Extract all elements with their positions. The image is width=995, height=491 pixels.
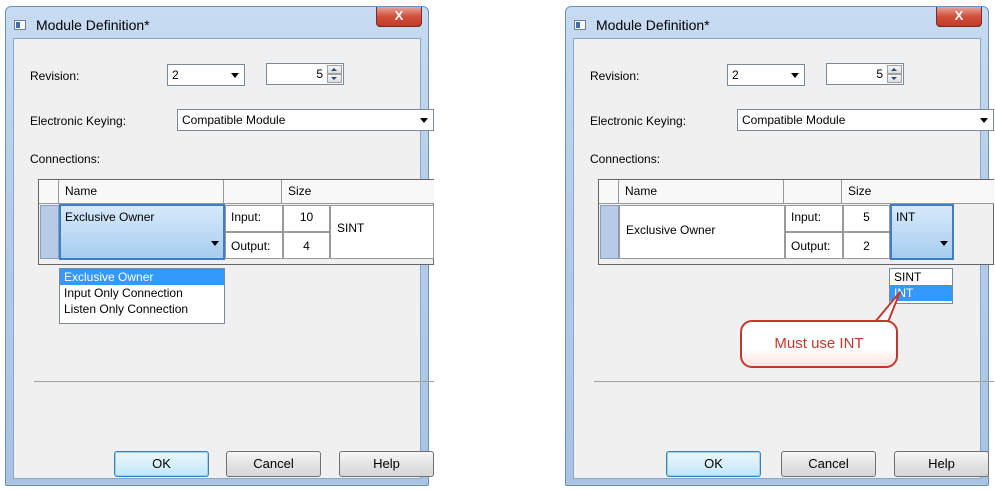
chevron-down-icon [420,118,428,123]
dialog-title: Module Definition* [596,17,710,33]
chevron-down-icon [231,73,239,78]
input-size[interactable]: 5 [843,205,890,232]
connections-label: Connections: [30,152,101,166]
connection-name-value: Exclusive Owner [65,210,155,224]
dropdown-option-input-only[interactable]: Input Only Connection [60,285,224,301]
column-header-name: Name [59,180,224,204]
dialog-body: Revision: 2 5 Electronic Keying: Compati… [573,38,994,479]
divider [34,381,434,382]
electronic-keying-select[interactable]: Compatible Module [737,109,994,131]
output-size[interactable]: 2 [843,232,890,259]
input-label: Input: [225,205,283,232]
input-size[interactable]: 10 [283,205,330,232]
must-use-int-callout: Must use INT [740,320,898,368]
revision-minor-spinner[interactable]: 5 [826,63,904,85]
revision-major-select[interactable]: 2 [167,64,245,86]
connection-name-cell[interactable]: Exclusive Owner [619,205,785,259]
row-selector[interactable] [40,205,59,259]
cancel-button[interactable]: Cancel [781,451,876,477]
input-label: Input: [785,205,843,232]
title-bar: Module Definition* X [566,7,988,39]
data-type-dropdown[interactable]: SINT INT [889,268,953,304]
row-header-corner [599,180,619,204]
divider [594,381,994,382]
dropdown-option-int[interactable]: INT [890,285,952,301]
chevron-down-icon [980,118,988,123]
column-header-size: Size [282,180,434,204]
spinner-buttons[interactable] [327,65,342,83]
chevron-down-icon [940,241,948,246]
ok-button[interactable]: OK [666,451,761,477]
output-size[interactable]: 4 [283,232,330,259]
spin-up-icon[interactable] [327,65,342,74]
revision-minor-value: 5 [316,67,323,81]
window-icon [574,20,586,30]
ok-button[interactable]: OK [114,451,209,477]
chevron-down-icon [211,241,219,246]
revision-minor-spinner[interactable]: 5 [266,63,344,85]
cancel-button[interactable]: Cancel [226,451,321,477]
electronic-keying-select[interactable]: Compatible Module [177,109,434,131]
spin-down-icon[interactable] [887,74,902,83]
help-button[interactable]: Help [339,451,434,477]
revision-minor-value: 5 [876,67,883,81]
data-type-cell[interactable]: SINT [330,205,434,259]
connection-name-dropdown[interactable]: Exclusive Owner Input Only Connection Li… [59,268,225,324]
column-header-name: Name [619,180,784,204]
column-header-blank [784,180,842,204]
revision-major-value: 2 [732,68,739,82]
dropdown-option-listen-only[interactable]: Listen Only Connection [60,301,224,317]
electronic-keying-label: Electronic Keying: [30,114,127,128]
electronic-keying-value: Compatible Module [742,113,846,127]
dialog-body: Revision: 2 5 Electronic Keying: Compati… [13,38,434,479]
connections-label: Connections: [590,152,661,166]
title-bar: Module Definition* X [6,7,428,39]
dialog-title: Module Definition* [36,17,150,33]
spin-up-icon[interactable] [887,65,902,74]
electronic-keying-value: Compatible Module [182,113,286,127]
spin-down-icon[interactable] [327,74,342,83]
chevron-down-icon [791,73,799,78]
connections-grid: Name Size Exclusive Owner Input: 10 Outp… [38,179,434,265]
output-label: Output: [225,232,283,259]
electronic-keying-label: Electronic Keying: [590,114,687,128]
connection-name-select[interactable]: Exclusive Owner [59,204,225,260]
help-button[interactable]: Help [894,451,989,477]
revision-major-value: 2 [172,68,179,82]
dropdown-option-exclusive-owner[interactable]: Exclusive Owner [60,269,224,285]
output-label: Output: [785,232,843,259]
row-selector[interactable] [600,205,619,259]
data-type-value: INT [896,210,916,224]
revision-label: Revision: [30,69,80,83]
row-header-corner [39,180,59,204]
column-header-blank [224,180,282,204]
revision-label: Revision: [590,69,640,83]
close-button[interactable]: X [376,7,422,27]
module-definition-dialog-right: Module Definition* X Revision: 2 5 Elect… [565,6,994,486]
spinner-buttons[interactable] [887,65,902,83]
close-button[interactable]: X [936,7,982,27]
data-type-select[interactable]: INT [890,204,954,260]
column-header-size: Size [842,180,994,204]
connections-grid: Name Size Exclusive Owner Input: 5 Outpu… [598,179,994,265]
revision-major-select[interactable]: 2 [727,64,805,86]
dropdown-option-sint[interactable]: SINT [890,269,952,285]
window-icon [14,20,26,30]
module-definition-dialog-left: Module Definition* X Revision: 2 5 Elect… [5,6,434,486]
